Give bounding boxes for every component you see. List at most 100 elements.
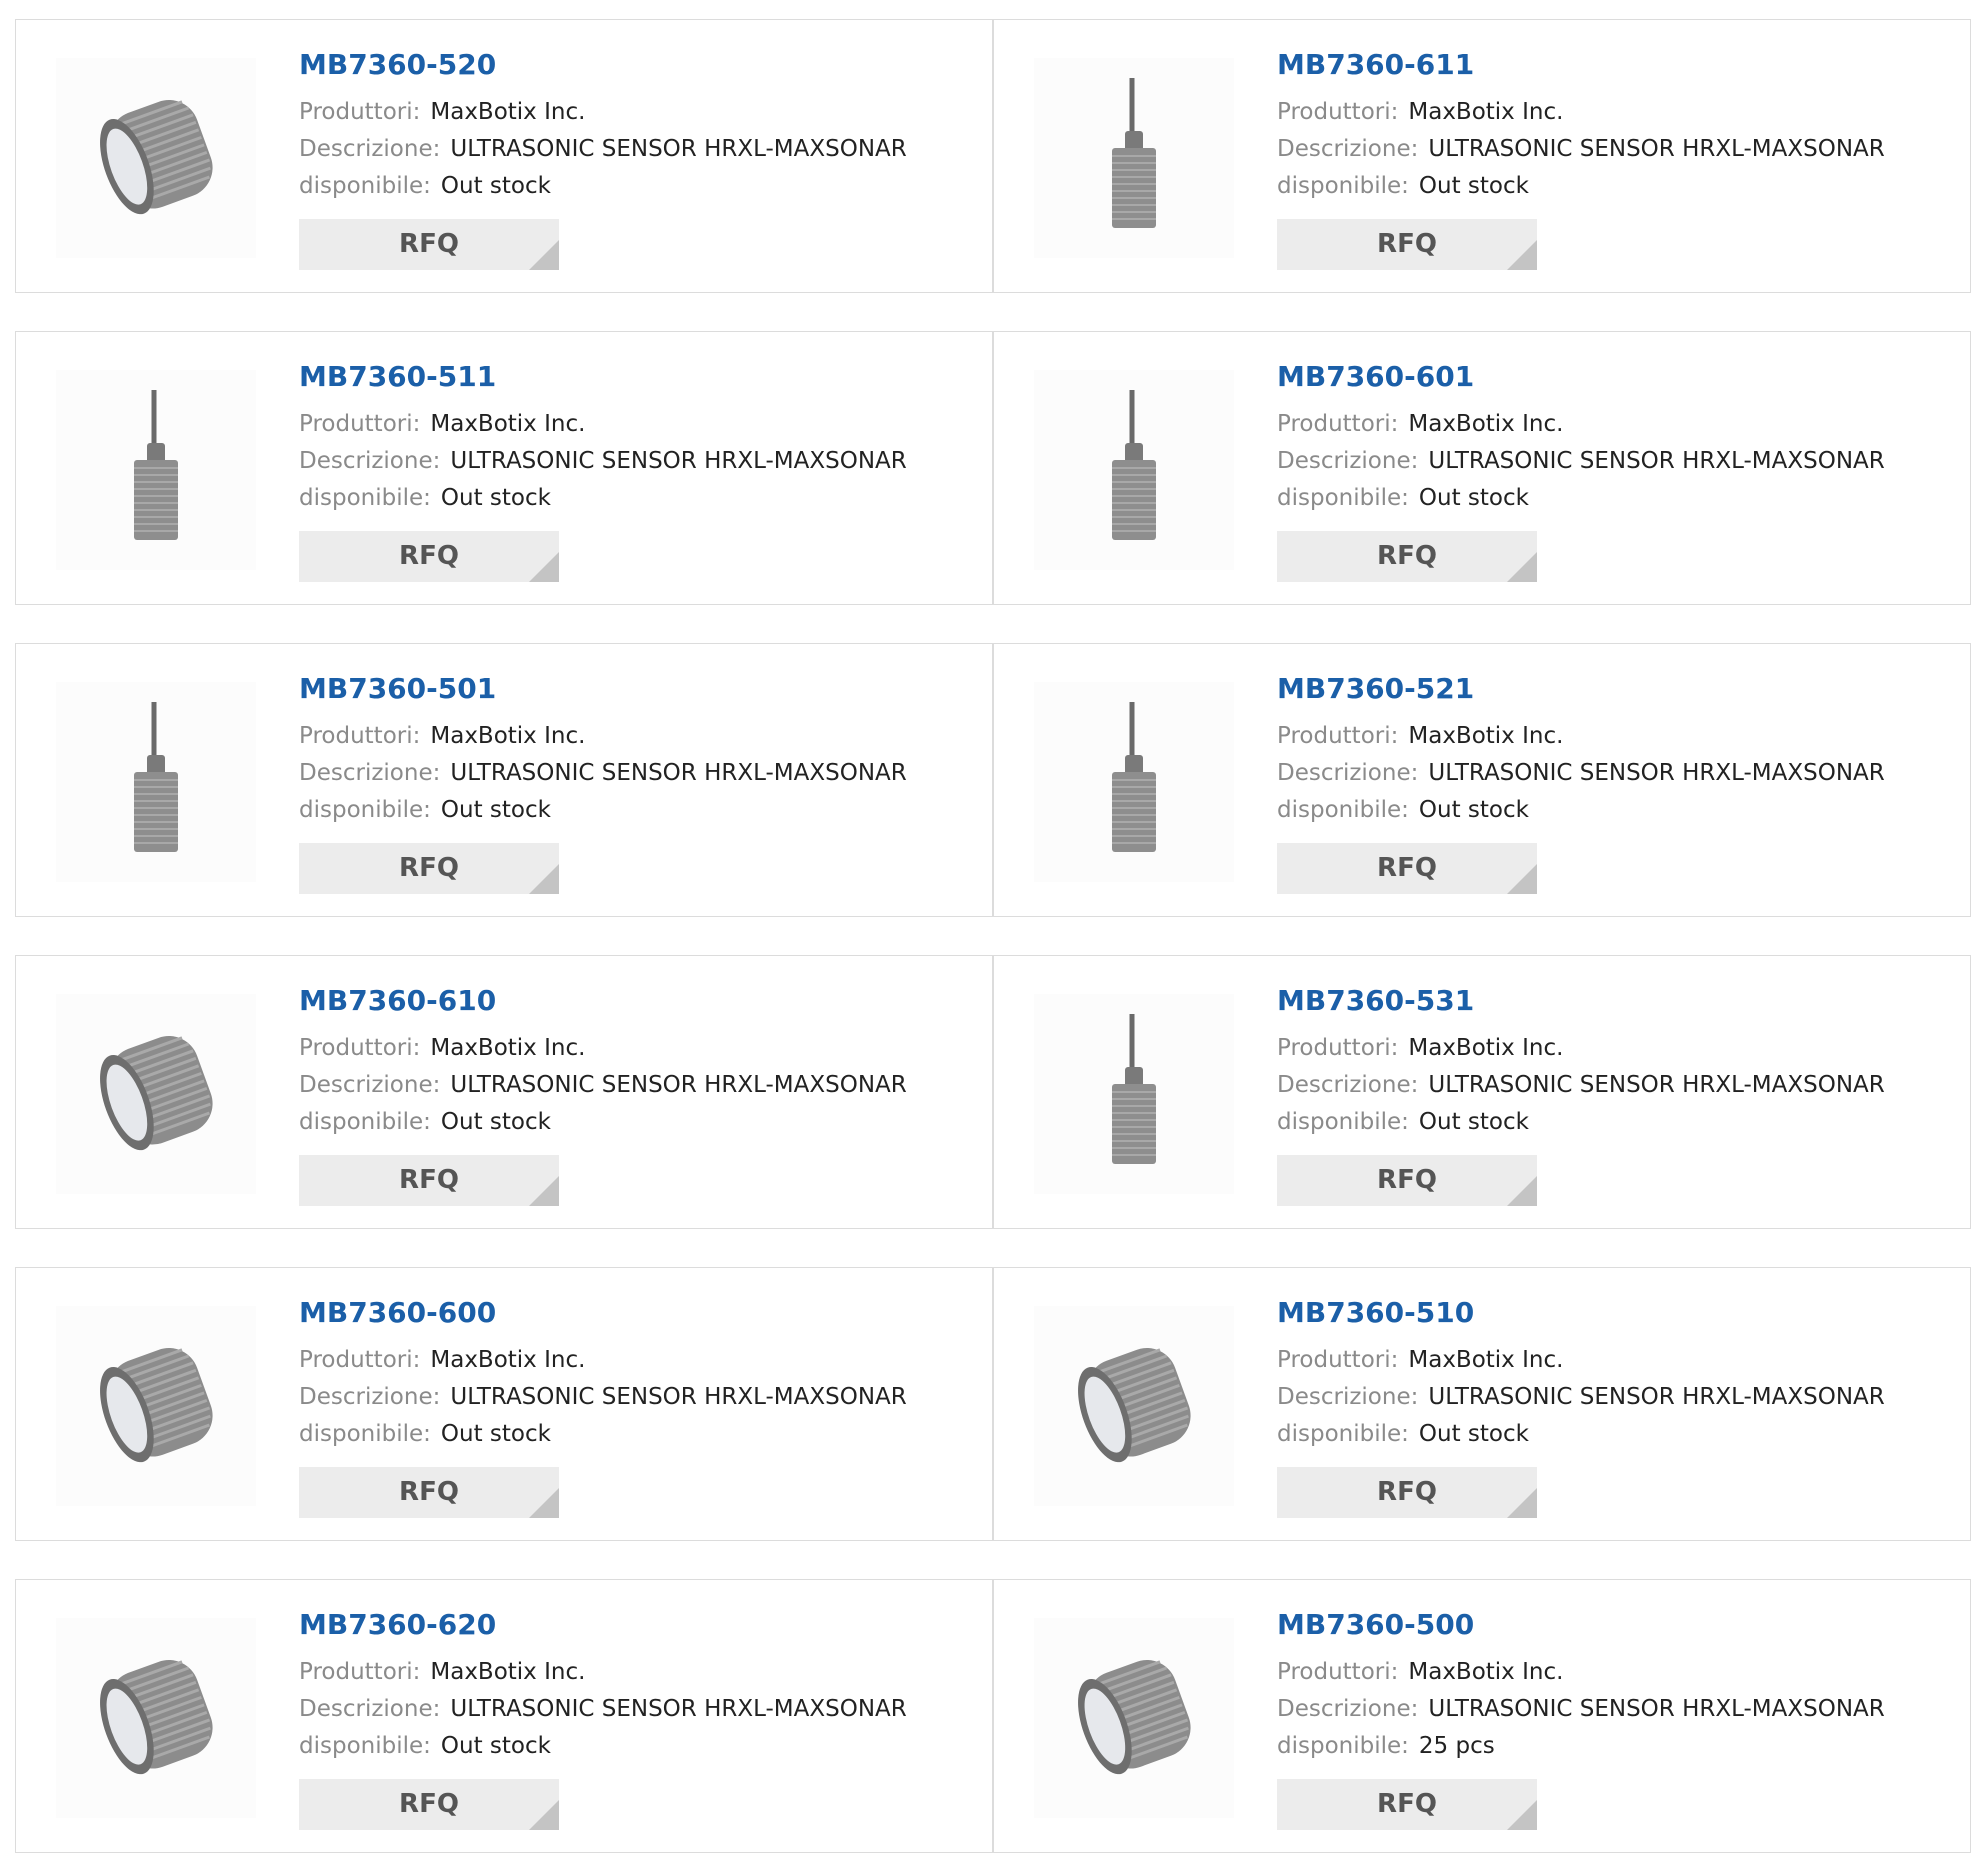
product-info: MB7360-501 Produttori: MaxBotix Inc. Desc… <box>299 672 972 894</box>
round-sensor-icon <box>81 1022 231 1166</box>
product-image[interactable] <box>56 994 256 1194</box>
part-number-link[interactable]: MB7360-510 <box>1277 1296 1950 1330</box>
rfq-button[interactable]: RFQ <box>299 1779 559 1830</box>
rfq-label: RFQ <box>399 541 459 571</box>
rfq-label: RFQ <box>1377 229 1437 259</box>
cabled-sensor-icon <box>1094 1012 1174 1176</box>
part-number-link[interactable]: MB7360-531 <box>1277 984 1950 1018</box>
description-label: Descrizione: <box>1277 760 1419 786</box>
manufacturer-row: Produttori: MaxBotix Inc. <box>299 718 972 755</box>
rfq-button[interactable]: RFQ <box>1277 843 1537 894</box>
part-number-link[interactable]: MB7360-521 <box>1277 672 1950 706</box>
manufacturer-row: Produttori: MaxBotix Inc. <box>299 406 972 443</box>
part-number-link[interactable]: MB7360-611 <box>1277 48 1950 82</box>
availability-label: disponibile: <box>299 797 431 823</box>
product-info: MB7360-510 Produttori: MaxBotix Inc. Desc… <box>1277 1296 1950 1518</box>
manufacturer-row: Produttori: MaxBotix Inc. <box>1277 406 1950 443</box>
rfq-label: RFQ <box>1377 541 1437 571</box>
product-image[interactable] <box>1034 1618 1234 1818</box>
round-sensor-icon <box>1059 1646 1209 1790</box>
description-row: Descrizione: ULTRASONIC SENSOR HRXL-MAXSO… <box>1277 1067 1950 1104</box>
product-image[interactable] <box>56 682 256 882</box>
availability-label: disponibile: <box>299 1733 431 1759</box>
manufacturer-label: Produttori: <box>299 411 421 437</box>
product-image[interactable] <box>56 1618 256 1818</box>
availability-row: disponibile: 25 pcs <box>1277 1728 1950 1765</box>
product-card: MB7360-601 Produttori: MaxBotix Inc. Desc… <box>993 331 1971 605</box>
rfq-button[interactable]: RFQ <box>1277 1155 1537 1206</box>
part-number-link[interactable]: MB7360-501 <box>299 672 972 706</box>
description-row: Descrizione: ULTRASONIC SENSOR HRXL-MAXSO… <box>1277 755 1950 792</box>
part-number-link[interactable]: MB7360-500 <box>1277 1608 1950 1642</box>
description-label: Descrizione: <box>1277 1072 1419 1098</box>
product-info: MB7360-531 Produttori: MaxBotix Inc. Desc… <box>1277 984 1950 1206</box>
product-image[interactable] <box>56 1306 256 1506</box>
part-number-link[interactable]: MB7360-520 <box>299 48 972 82</box>
availability-value: Out stock <box>440 1109 551 1135</box>
rfq-button[interactable]: RFQ <box>299 531 559 582</box>
rfq-button[interactable]: RFQ <box>1277 1467 1537 1518</box>
product-image[interactable] <box>56 370 256 570</box>
product-info: MB7360-611 Produttori: MaxBotix Inc. Desc… <box>1277 48 1950 270</box>
availability-label: disponibile: <box>1277 485 1409 511</box>
corner-triangle-icon <box>1507 552 1537 582</box>
manufacturer-row: Produttori: MaxBotix Inc. <box>1277 94 1950 131</box>
description-row: Descrizione: ULTRASONIC SENSOR HRXL-MAXSO… <box>299 131 972 168</box>
availability-row: disponibile: Out stock <box>1277 1104 1950 1141</box>
manufacturer-row: Produttori: MaxBotix Inc. <box>299 1342 972 1379</box>
product-image[interactable] <box>56 58 256 258</box>
product-image[interactable] <box>1034 994 1234 1194</box>
manufacturer-label: Produttori: <box>299 1035 421 1061</box>
part-number-link[interactable]: MB7360-610 <box>299 984 972 1018</box>
rfq-button[interactable]: RFQ <box>299 1155 559 1206</box>
manufacturer-row: Produttori: MaxBotix Inc. <box>1277 718 1950 755</box>
rfq-button[interactable]: RFQ <box>1277 1779 1537 1830</box>
description-value: ULTRASONIC SENSOR HRXL-MAXSONAR <box>450 136 907 162</box>
description-row: Descrizione: ULTRASONIC SENSOR HRXL-MAXSO… <box>1277 443 1950 480</box>
product-card: MB7360-501 Produttori: MaxBotix Inc. Desc… <box>15 643 993 917</box>
product-info: MB7360-620 Produttori: MaxBotix Inc. Desc… <box>299 1608 972 1830</box>
availability-row: disponibile: Out stock <box>1277 1416 1950 1453</box>
description-row: Descrizione: ULTRASONIC SENSOR HRXL-MAXSO… <box>299 755 972 792</box>
availability-label: disponibile: <box>299 1109 431 1135</box>
rfq-label: RFQ <box>399 229 459 259</box>
rfq-button[interactable]: RFQ <box>1277 219 1537 270</box>
rfq-button[interactable]: RFQ <box>1277 531 1537 582</box>
corner-triangle-icon <box>529 1488 559 1518</box>
rfq-button[interactable]: RFQ <box>299 1467 559 1518</box>
manufacturer-row: Produttori: MaxBotix Inc. <box>1277 1342 1950 1379</box>
part-number-link[interactable]: MB7360-600 <box>299 1296 972 1330</box>
part-number-link[interactable]: MB7360-511 <box>299 360 972 394</box>
product-card: MB7360-611 Produttori: MaxBotix Inc. Desc… <box>993 19 1971 293</box>
rfq-button[interactable]: RFQ <box>299 843 559 894</box>
manufacturer-value: MaxBotix Inc. <box>430 99 586 125</box>
description-label: Descrizione: <box>1277 448 1419 474</box>
corner-triangle-icon <box>529 1800 559 1830</box>
product-card: MB7360-521 Produttori: MaxBotix Inc. Desc… <box>993 643 1971 917</box>
part-number-link[interactable]: MB7360-620 <box>299 1608 972 1642</box>
manufacturer-value: MaxBotix Inc. <box>430 723 586 749</box>
manufacturer-row: Produttori: MaxBotix Inc. <box>1277 1030 1950 1067</box>
availability-value: Out stock <box>440 485 551 511</box>
description-value: ULTRASONIC SENSOR HRXL-MAXSONAR <box>1428 1696 1885 1722</box>
rfq-label: RFQ <box>399 853 459 883</box>
product-image[interactable] <box>1034 682 1234 882</box>
product-info: MB7360-601 Produttori: MaxBotix Inc. Desc… <box>1277 360 1950 582</box>
description-row: Descrizione: ULTRASONIC SENSOR HRXL-MAXSO… <box>299 1067 972 1104</box>
description-value: ULTRASONIC SENSOR HRXL-MAXSONAR <box>450 1696 907 1722</box>
product-image[interactable] <box>1034 1306 1234 1506</box>
cabled-sensor-icon <box>116 388 196 552</box>
rfq-button[interactable]: RFQ <box>299 219 559 270</box>
round-sensor-icon <box>81 1646 231 1790</box>
manufacturer-value: MaxBotix Inc. <box>1408 723 1564 749</box>
availability-value: Out stock <box>1418 797 1529 823</box>
rfq-label: RFQ <box>1377 853 1437 883</box>
manufacturer-value: MaxBotix Inc. <box>1408 1347 1564 1373</box>
description-value: ULTRASONIC SENSOR HRXL-MAXSONAR <box>450 448 907 474</box>
product-info: MB7360-520 Produttori: MaxBotix Inc. Desc… <box>299 48 972 270</box>
part-number-link[interactable]: MB7360-601 <box>1277 360 1950 394</box>
availability-label: disponibile: <box>1277 1421 1409 1447</box>
availability-row: disponibile: Out stock <box>1277 792 1950 829</box>
product-image[interactable] <box>1034 58 1234 258</box>
product-image[interactable] <box>1034 370 1234 570</box>
